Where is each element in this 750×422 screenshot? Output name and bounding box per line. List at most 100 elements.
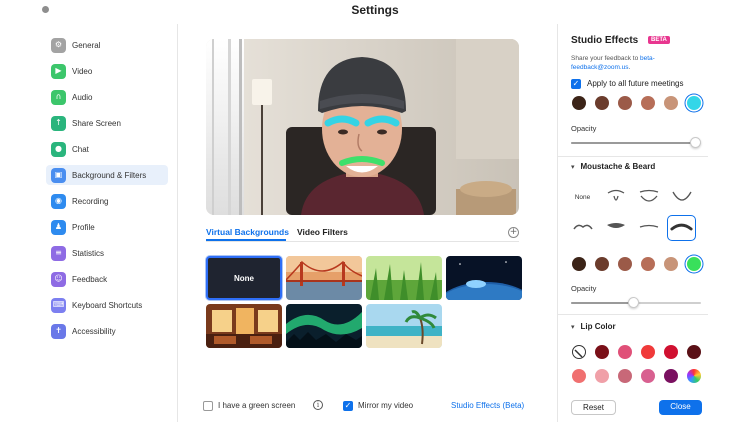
sidebar-item-label: Profile <box>72 222 95 232</box>
moustache-section-header[interactable]: ▾ Moustache & Beard <box>571 162 655 171</box>
sidebar-item-profile[interactable]: ♟ Profile <box>46 217 168 237</box>
no-color-icon <box>574 349 583 358</box>
moustache-opacity-slider[interactable] <box>571 297 701 308</box>
statistics-icon: ≡ <box>51 245 66 261</box>
custom-color-picker-icon[interactable] <box>687 369 701 383</box>
beta-badge: BETA <box>648 36 670 44</box>
eyebrow-color-swatch[interactable] <box>641 96 655 110</box>
background-aurora[interactable] <box>286 304 362 348</box>
moustache-color-swatch[interactable] <box>687 257 701 271</box>
moustache-style-full-beard[interactable] <box>634 184 663 210</box>
lip-color-swatch[interactable] <box>618 369 632 383</box>
add-background-icon[interactable]: + <box>508 227 519 238</box>
lip-color-swatch[interactable] <box>618 345 632 359</box>
eyebrow-opacity-knob[interactable] <box>689 137 701 148</box>
sidebar-item-accessibility[interactable]: ✝ Accessibility <box>46 321 168 341</box>
lip-color-swatch[interactable] <box>641 369 655 383</box>
background-interior-room[interactable] <box>206 304 282 348</box>
video-camera-icon: ▶ <box>51 63 66 79</box>
eyebrow-color-swatch[interactable] <box>687 96 701 110</box>
eyebrow-opacity-fill <box>571 142 695 144</box>
sidebar-item-statistics[interactable]: ≡ Statistics <box>46 243 168 263</box>
moustache-style-none[interactable]: None <box>568 184 597 210</box>
share-screen-icon: ↑ <box>51 115 66 131</box>
lip-color-swatch[interactable] <box>664 345 678 359</box>
sidebar-item-audio[interactable]: ∩ Audio <box>46 87 168 107</box>
moustache-opacity-knob[interactable] <box>628 297 640 308</box>
moustache-color-swatch[interactable] <box>572 257 586 271</box>
close-button[interactable]: Close <box>659 400 702 415</box>
video-preview <box>206 39 519 215</box>
title-bar: Settings <box>0 0 750 24</box>
studio-effects-link[interactable]: Studio Effects (Beta) <box>451 401 524 410</box>
eyebrow-color-swatch[interactable] <box>595 96 609 110</box>
accessibility-icon: ✝ <box>51 323 66 339</box>
lip-color-swatch[interactable] <box>664 369 678 383</box>
eyebrow-color-swatch[interactable] <box>618 96 632 110</box>
sidebar-item-label: Recording <box>72 196 109 206</box>
feedback-prefix: Share your feedback to <box>571 55 641 62</box>
moustache-color-swatch[interactable] <box>641 257 655 271</box>
sidebar-item-video[interactable]: ▶ Video <box>46 61 168 81</box>
sidebar-item-chat[interactable]: ● Chat <box>46 139 168 159</box>
lip-color-swatch[interactable] <box>641 345 655 359</box>
eyebrow-opacity-slider[interactable] <box>571 137 701 148</box>
eyebrow-color-swatch[interactable] <box>572 96 586 110</box>
background-beach[interactable] <box>366 304 442 348</box>
chevron-down-icon: ▾ <box>571 323 575 331</box>
reset-button[interactable]: Reset <box>571 400 616 415</box>
lip-color-swatch[interactable] <box>572 345 586 359</box>
earth-thumbnail <box>446 256 522 300</box>
apply-future-checkbox[interactable]: ✓ <box>571 79 581 89</box>
moustache-style-chin-strap[interactable] <box>667 184 696 210</box>
lip-color-section-header[interactable]: ▾ Lip Color <box>571 322 616 331</box>
moustache-color-swatch[interactable] <box>664 257 678 271</box>
moustache-style-walrus[interactable] <box>601 215 630 241</box>
background-grass[interactable] <box>366 256 442 300</box>
mirror-video-checkbox[interactable]: ✓ <box>343 401 353 411</box>
feedback-note: Share your feedback to beta-feedback@zoo… <box>571 54 701 72</box>
moustache-style-goatee[interactable] <box>601 184 630 210</box>
gear-icon: ⚙ <box>51 37 66 53</box>
moustache-color-swatch[interactable] <box>618 257 632 271</box>
lip-color-swatch[interactable] <box>595 369 609 383</box>
studio-effects-title: Studio Effects <box>571 35 639 46</box>
lip-color-swatch[interactable] <box>687 345 701 359</box>
handlebar-icon <box>572 224 593 230</box>
tab-virtual-backgrounds[interactable]: Virtual Backgrounds <box>206 227 289 237</box>
sidebar-item-keyboard-shortcuts[interactable]: ⌨ Keyboard Shortcuts <box>46 295 168 315</box>
profile-icon: ♟ <box>51 219 66 235</box>
chat-bubble-icon: ● <box>51 141 66 157</box>
sidebar-item-share-screen[interactable]: ↑ Share Screen <box>46 113 168 133</box>
moustache-opacity-fill <box>571 302 634 304</box>
moustache-style-label: None <box>574 193 591 201</box>
sidebar-item-label: Background & Filters <box>72 170 147 180</box>
background-golden-gate-bridge[interactable] <box>286 256 362 300</box>
moustache-style-pencil[interactable] <box>634 215 663 241</box>
green-screen-checkbox[interactable] <box>203 401 213 411</box>
lip-color-swatch[interactable] <box>572 369 586 383</box>
sidebar-item-recording[interactable]: ◉ Recording <box>46 191 168 211</box>
walrus-icon <box>606 223 625 228</box>
moustache-style-handlebar[interactable] <box>568 215 597 241</box>
chevron-icon <box>670 223 693 231</box>
apply-future-meetings[interactable]: ✓ Apply to all future meetings <box>571 79 711 91</box>
feedback-suffix: . <box>628 64 631 71</box>
active-tab-underline <box>206 239 286 241</box>
tab-video-filters[interactable]: Video Filters <box>297 227 348 237</box>
sidebar-item-background-filters[interactable]: ▣ Background & Filters <box>46 165 168 185</box>
eyebrow-color-swatch[interactable] <box>664 96 678 110</box>
keyboard-icon: ⌨ <box>51 297 66 313</box>
beach-thumbnail <box>366 304 442 348</box>
sidebar-item-feedback[interactable]: ☺ Feedback <box>46 269 168 289</box>
full-beard-icon <box>639 189 658 202</box>
moustache-style-chevron[interactable] <box>667 215 696 241</box>
background-earth-from-space[interactable] <box>446 256 522 300</box>
background-tabs: Virtual Backgrounds Video Filters <box>206 226 519 242</box>
background-none[interactable]: None <box>206 256 282 300</box>
sidebar-item-general[interactable]: ⚙ General <box>46 35 168 55</box>
headphones-icon: ∩ <box>51 89 66 105</box>
moustache-color-swatch[interactable] <box>595 257 609 271</box>
lip-color-swatch[interactable] <box>595 345 609 359</box>
info-icon[interactable]: i <box>313 400 323 410</box>
